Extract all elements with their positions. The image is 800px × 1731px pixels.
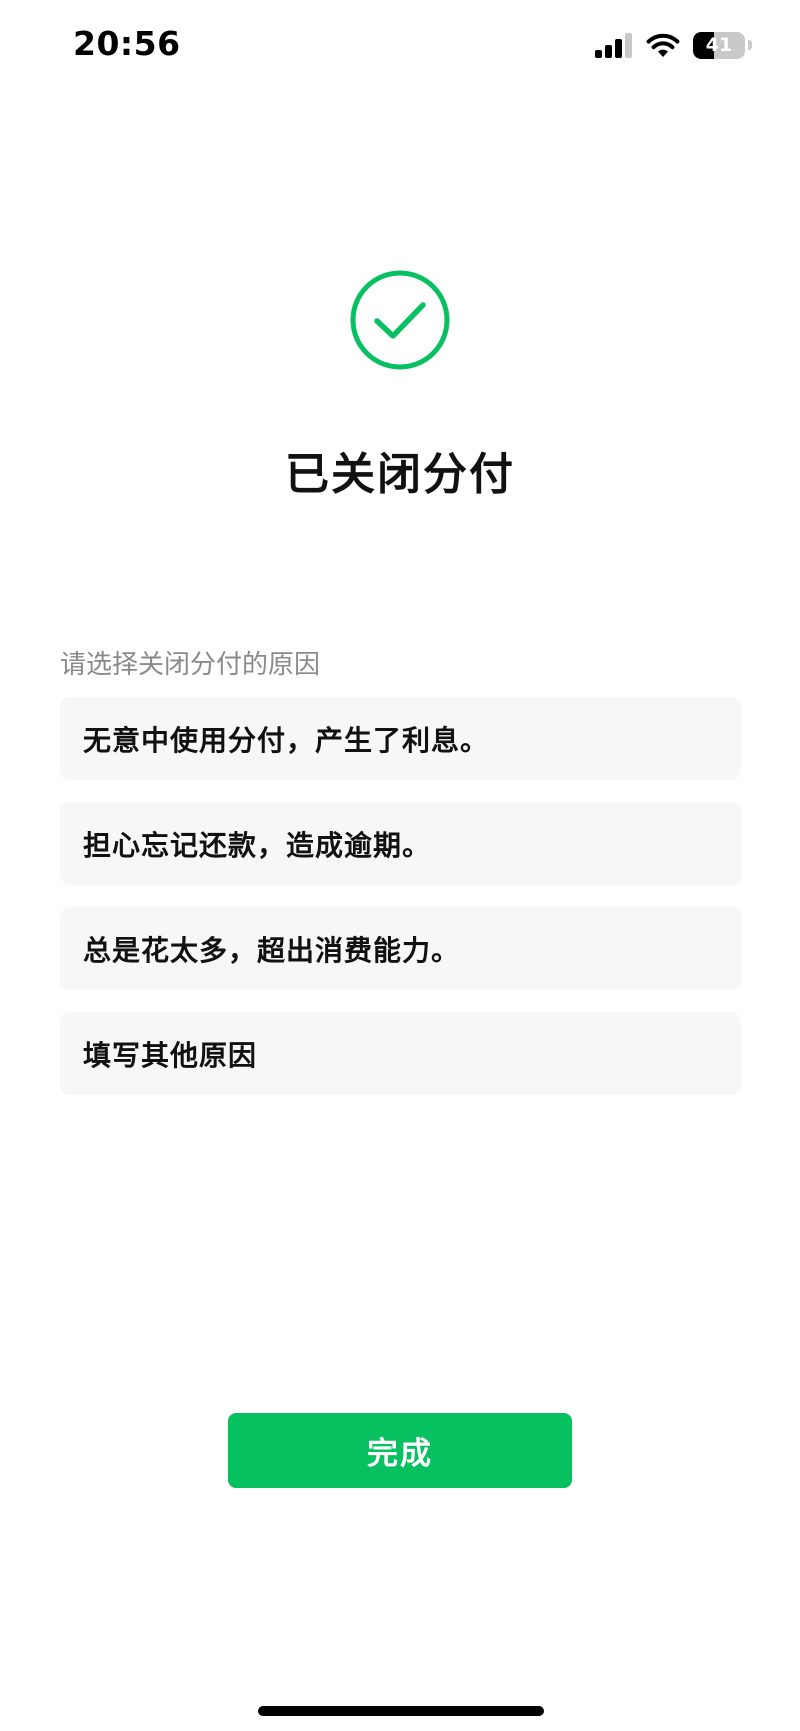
cellular-signal-icon (595, 32, 633, 58)
result-title: 已关闭分付 (285, 449, 515, 500)
reason-prompt: 请选择关闭分付的原因 (60, 650, 321, 680)
reason-list: 无意中使用分付，产生了利息。 担心忘记还款，造成逾期。 总是花太多，超出消费能力… (60, 697, 741, 1117)
status-time: 20:56 (73, 24, 181, 63)
battery-level: 41 (705, 34, 733, 56)
reason-option-label: 担心忘记还款，造成逾期。 (83, 828, 432, 862)
battery-icon: 41 (693, 31, 745, 59)
done-button[interactable]: 完成 (228, 1413, 572, 1488)
reason-option-label: 无意中使用分付，产生了利息。 (83, 723, 490, 757)
reason-option-label: 填写其他原因 (83, 1038, 258, 1072)
wifi-icon (646, 33, 680, 57)
screen: 20:56 41 已关闭分付 请选择关闭分付的原因 无意中使用分付，产生了利息。 (0, 0, 800, 1731)
check-circle-icon (350, 270, 450, 370)
status-icons: 41 (595, 30, 752, 60)
reason-option-label: 总是花太多，超出消费能力。 (83, 933, 461, 967)
reason-option-other[interactable]: 填写其他原因 (60, 1012, 741, 1095)
reason-option-forget-repayment[interactable]: 担心忘记还款，造成逾期。 (60, 802, 741, 885)
reason-option-overspending[interactable]: 总是花太多，超出消费能力。 (60, 907, 741, 990)
status-bar: 20:56 41 (0, 0, 800, 92)
battery-cap (748, 40, 752, 50)
reason-option-accidental-use[interactable]: 无意中使用分付，产生了利息。 (60, 697, 741, 780)
home-indicator[interactable] (258, 1706, 544, 1716)
